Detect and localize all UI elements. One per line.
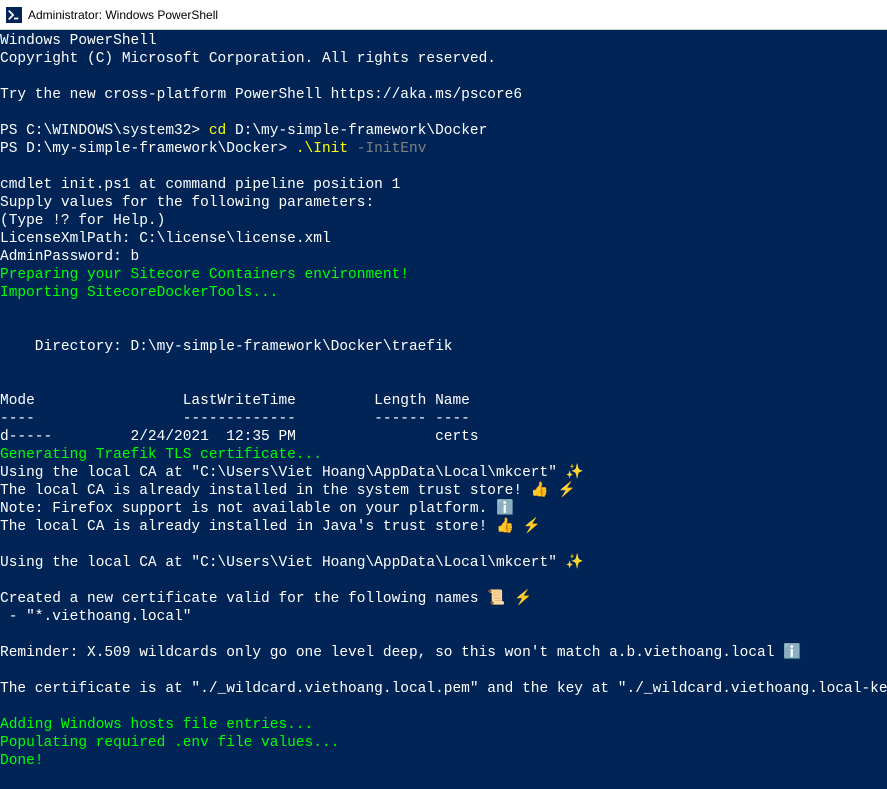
terminal-line: PS D:\my-simple-framework\Docker> .\Init… [0,140,887,158]
terminal-line [0,68,887,86]
terminal-line [0,698,887,716]
terminal-output[interactable]: Windows PowerShellCopyright (C) Microsof… [0,30,887,772]
terminal-line: Windows PowerShell [0,32,887,50]
terminal-line [0,356,887,374]
terminal-line: The local CA is already installed in the… [0,482,887,500]
terminal-line: Preparing your Sitecore Containers envir… [0,266,887,284]
terminal-line: - "*.viethoang.local" [0,608,887,626]
terminal-line: The local CA is already installed in Jav… [0,518,887,536]
terminal-line: Try the new cross-platform PowerShell ht… [0,86,887,104]
terminal-line: cmdlet init.ps1 at command pipeline posi… [0,176,887,194]
terminal-line: Importing SitecoreDockerTools... [0,284,887,302]
terminal-line: Note: Firefox support is not available o… [0,500,887,518]
terminal-line: Supply values for the following paramete… [0,194,887,212]
terminal-line: Generating Traefik TLS certificate... [0,446,887,464]
terminal-line [0,626,887,644]
terminal-line: Using the local CA at "C:\Users\Viet Hoa… [0,554,887,572]
terminal-line: AdminPassword: b [0,248,887,266]
powershell-icon [6,7,22,23]
terminal-line [0,320,887,338]
terminal-line: Using the local CA at "C:\Users\Viet Hoa… [0,464,887,482]
terminal-line: Done! [0,752,887,770]
terminal-line: d----- 2/24/2021 12:35 PM certs [0,428,887,446]
terminal-line: (Type !? for Help.) [0,212,887,230]
terminal-line: Mode LastWriteTime Length Name [0,392,887,410]
terminal-line: LicenseXmlPath: C:\license\license.xml [0,230,887,248]
terminal-line [0,536,887,554]
terminal-line: Created a new certificate valid for the … [0,590,887,608]
terminal-line: ---- ------------- ------ ---- [0,410,887,428]
terminal-line [0,302,887,320]
terminal-line: PS C:\WINDOWS\system32> cd D:\my-simple-… [0,122,887,140]
terminal-line: Reminder: X.509 wildcards only go one le… [0,644,887,662]
terminal-line: Copyright (C) Microsoft Corporation. All… [0,50,887,68]
terminal-line: Adding Windows hosts file entries... [0,716,887,734]
terminal-line: The certificate is at "./_wildcard.vieth… [0,680,887,698]
terminal-line [0,572,887,590]
window-titlebar: Administrator: Windows PowerShell [0,0,887,30]
terminal-line [0,104,887,122]
terminal-line [0,662,887,680]
terminal-line [0,374,887,392]
terminal-line: Directory: D:\my-simple-framework\Docker… [0,338,887,356]
terminal-line [0,158,887,176]
window-title: Administrator: Windows PowerShell [28,8,218,22]
terminal-line: Populating required .env file values... [0,734,887,752]
